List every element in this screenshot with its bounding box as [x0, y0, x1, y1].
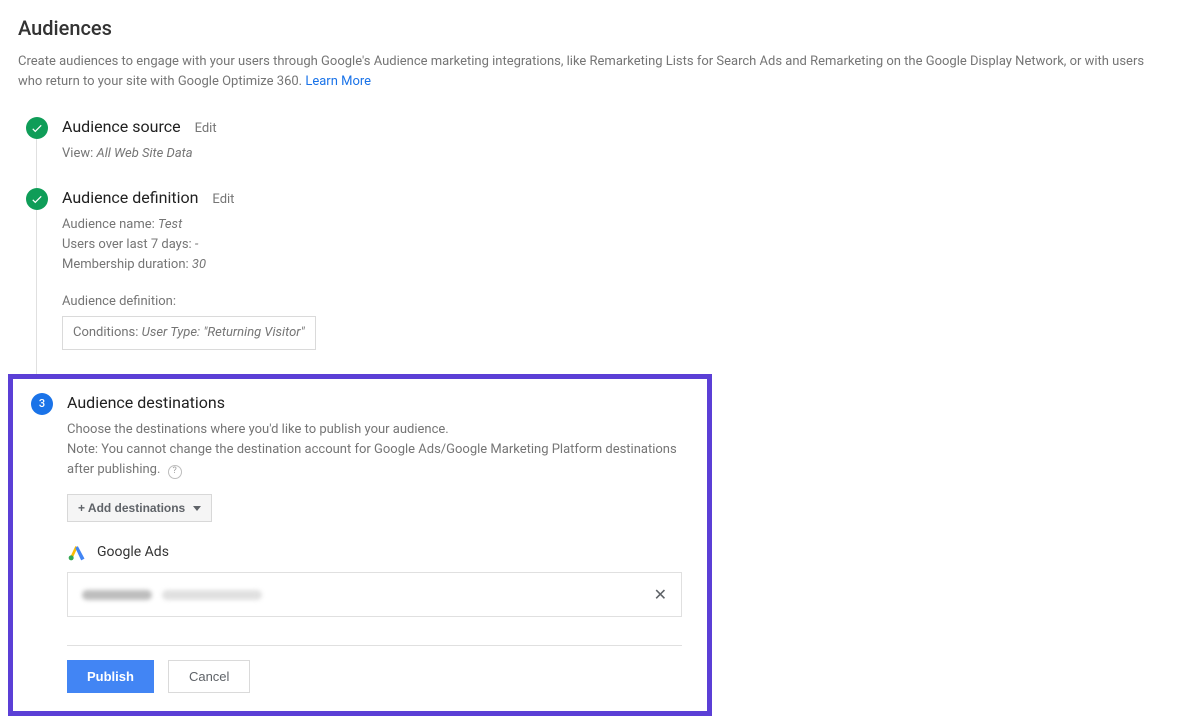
step2-users-value: -: [195, 237, 199, 252]
page-description: Create audiences to engage with your use…: [18, 52, 1168, 91]
step-audience-source: Audience source Edit View: All Web Site …: [26, 117, 1172, 164]
step2-duration-label: Membership duration:: [62, 257, 192, 272]
help-icon[interactable]: ?: [168, 465, 182, 479]
redacted-name: [82, 590, 152, 600]
step2-name-label: Audience name:: [62, 217, 158, 232]
divider: [67, 645, 682, 646]
step2-def-value: User Type: "Returning Visitor": [142, 325, 305, 340]
step3-title: Audience destinations: [67, 393, 225, 412]
redacted-detail: [162, 590, 262, 600]
step3-desc-line1: Choose the destinations where you'd like…: [67, 420, 687, 440]
step1-edit-link[interactable]: Edit: [195, 121, 217, 136]
page-description-text: Create audiences to engage with your use…: [18, 54, 1144, 89]
check-icon: [26, 188, 48, 210]
step2-def-box: Conditions: User Type: "Returning Visito…: [62, 316, 316, 350]
action-buttons: Publish Cancel: [67, 660, 689, 693]
add-destinations-label: + Add destinations: [78, 501, 185, 515]
step-number-badge: 3: [31, 393, 53, 415]
publish-button[interactable]: Publish: [67, 660, 154, 693]
step2-duration-value: 30: [192, 257, 206, 272]
step2-def-prefix: Conditions:: [73, 325, 142, 340]
step2-edit-link[interactable]: Edit: [212, 192, 234, 207]
step3-highlight: 3 Audience destinations Choose the desti…: [8, 374, 712, 716]
step1-view-label: View:: [62, 146, 96, 161]
caret-down-icon: [193, 506, 201, 511]
step1-view-value: All Web Site Data: [96, 146, 192, 161]
remove-destination-button[interactable]: ✕: [654, 585, 667, 604]
steps-container: Audience source Edit View: All Web Site …: [18, 117, 1172, 716]
step-connector: [36, 210, 37, 374]
step3-desc-line2: Note: You cannot change the destination …: [67, 442, 677, 477]
learn-more-link[interactable]: Learn More: [305, 74, 371, 89]
google-ads-label: Google Ads: [97, 544, 169, 560]
destination-section: Google Ads ✕: [67, 542, 689, 617]
step2-users-label: Users over last 7 days:: [62, 237, 195, 252]
step2-title: Audience definition: [62, 188, 198, 207]
step2-def-label: Audience definition:: [62, 292, 1172, 312]
step1-title: Audience source: [62, 117, 181, 136]
step-audience-destinations: 3 Audience destinations Choose the desti…: [31, 393, 689, 693]
step-audience-definition: Audience definition Edit Audience name: …: [26, 188, 1172, 350]
add-destinations-button[interactable]: + Add destinations: [67, 494, 212, 522]
step2-name-value: Test: [158, 217, 182, 232]
destination-item: ✕: [67, 572, 682, 617]
step3-description: Choose the destinations where you'd like…: [67, 420, 687, 480]
google-ads-icon: [67, 542, 87, 562]
page-title: Audiences: [18, 16, 1172, 40]
check-icon: [26, 117, 48, 139]
cancel-button[interactable]: Cancel: [168, 660, 250, 693]
step-connector: [36, 139, 37, 188]
